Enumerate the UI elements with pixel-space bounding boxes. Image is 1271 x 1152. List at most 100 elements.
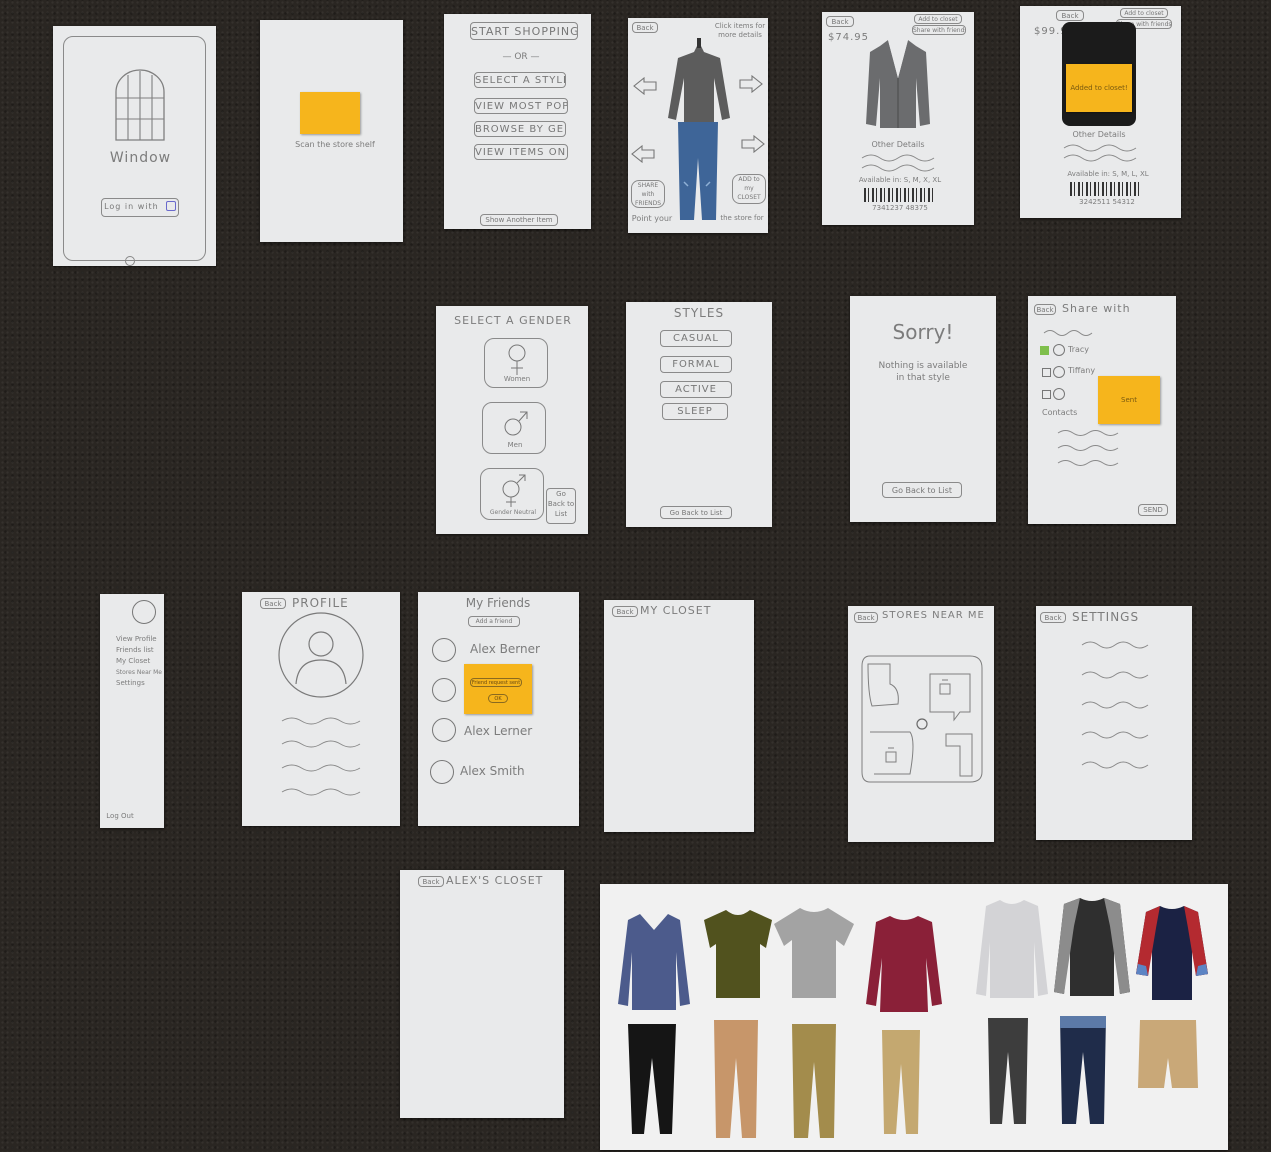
settings-title: SETTINGS — [1072, 610, 1140, 624]
arrow-left-icon[interactable] — [633, 76, 658, 96]
checkbox-checked[interactable] — [1040, 346, 1049, 355]
share-friends-button[interactable]: SHARE with FRIENDS — [631, 180, 665, 208]
barcode — [1070, 182, 1142, 196]
gender-neutral-button[interactable]: Gender Neutral — [480, 468, 544, 520]
price: $74.95 — [828, 32, 869, 43]
login-button[interactable]: Log in with — [101, 198, 179, 217]
men-button[interactable]: Men — [482, 402, 546, 454]
barcode-number: 7341237 48375 — [872, 204, 928, 212]
menu-settings[interactable]: Settings — [116, 678, 162, 689]
add-friend-button[interactable]: Add a friend — [468, 616, 520, 627]
share-title: Share with — [1062, 302, 1131, 315]
scribble-lines — [1057, 430, 1119, 466]
women-button[interactable]: Women — [484, 338, 548, 388]
scribble-lines — [281, 717, 361, 796]
beige-chinos[interactable] — [878, 1028, 924, 1136]
option-items-sale[interactable]: VIEW ITEMS ON SALE — [474, 144, 568, 160]
back-to-list-button[interactable]: Go Back to List — [882, 482, 962, 498]
scan-instructions: Scan the store shelf — [295, 140, 375, 149]
scan-screen-card: Scan the store shelf — [260, 20, 403, 242]
black-leggings[interactable] — [622, 1022, 682, 1136]
person-tracy: Tracy — [1068, 345, 1090, 354]
maroon-top[interactable] — [864, 914, 944, 1014]
friend-alex-lerner[interactable]: Alex Lerner — [464, 724, 544, 738]
back-button[interactable]: Back — [612, 606, 638, 617]
share-friends-button[interactable]: Share with friends — [912, 25, 966, 35]
option-most-popular[interactable]: VIEW MOST POPULAR — [474, 98, 568, 114]
gray-sweater-image[interactable] — [664, 38, 734, 126]
style-formal[interactable]: FORMAL — [660, 356, 732, 373]
checkbox[interactable] — [1042, 368, 1051, 377]
select-gender-card: SELECT A GENDER Women Men Gender Neutral… — [436, 306, 588, 534]
back-to-list-button[interactable]: Go Back to List — [660, 506, 732, 519]
logout-link[interactable]: Log Out — [100, 812, 140, 820]
add-closet-button[interactable]: Add to closet — [914, 14, 962, 24]
back-button[interactable]: Back — [854, 612, 878, 623]
scribble-lines — [861, 154, 935, 172]
blue-vneck-top[interactable] — [616, 912, 692, 1012]
facebook-icon — [165, 201, 176, 211]
arrow-right-icon[interactable] — [738, 74, 763, 94]
arrow-left-icon-2[interactable] — [631, 144, 656, 164]
light-gray-longsleeve[interactable] — [974, 898, 1050, 1000]
friends-title: My Friends — [465, 596, 531, 610]
blue-jeans-image[interactable] — [674, 122, 722, 222]
clothing-cutouts-sheet — [600, 884, 1228, 1150]
window-logo-icon — [115, 69, 165, 141]
add-closet-button[interactable]: Add to closet — [1120, 8, 1168, 18]
store-map[interactable] — [860, 654, 984, 784]
friend-alex-berner[interactable]: Alex Berner — [470, 642, 550, 656]
friend-alex-smith[interactable]: Alex Smith — [460, 764, 540, 778]
start-shopping-title: START SHOPPING — [470, 22, 578, 40]
back-button[interactable]: Back — [1056, 10, 1084, 21]
back-button[interactable]: Back — [632, 22, 658, 33]
arrow-right-icon-2[interactable] — [740, 134, 765, 154]
navy-red-raglan[interactable] — [1134, 904, 1210, 1002]
sent-sticky-note: Sent — [1098, 376, 1160, 424]
ok-button[interactable]: OK — [488, 694, 508, 703]
dark-blue-jeans[interactable] — [1056, 1014, 1110, 1126]
avatar-icon — [432, 718, 456, 742]
option-select-style[interactable]: SELECT A STYLE — [474, 72, 566, 88]
brand-name: Window — [109, 150, 172, 166]
back-to-list-button[interactable]: Go Back to List — [546, 488, 576, 524]
styles-card: STYLES CASUAL FORMAL ACTIVE SLEEP Go Bac… — [626, 302, 772, 527]
style-casual[interactable]: CASUAL — [660, 330, 732, 347]
barcode — [864, 188, 936, 202]
blazer-image[interactable] — [866, 38, 930, 130]
back-button[interactable]: Back — [1040, 612, 1066, 623]
menu-view-profile[interactable]: View Profile — [116, 634, 162, 645]
scribble-lines — [1063, 144, 1137, 162]
back-button[interactable]: Back — [260, 598, 286, 609]
menu-friends-list[interactable]: Friends list — [116, 645, 162, 656]
send-button[interactable]: SEND — [1138, 504, 1168, 516]
tan-chinos[interactable] — [710, 1018, 762, 1140]
footer-left: Point your — [631, 214, 673, 223]
other-details: Other Details — [871, 140, 925, 149]
checkbox[interactable] — [1042, 390, 1051, 399]
footer-right: the store for — [720, 214, 764, 222]
raglan-gray-shirt[interactable] — [1052, 896, 1132, 998]
style-active[interactable]: ACTIVE — [660, 381, 732, 398]
gray-tshirt[interactable] — [772, 906, 856, 1000]
menu-stores-near-me[interactable]: Stores Near Me — [116, 667, 162, 678]
tan-shorts[interactable] — [1136, 1018, 1200, 1090]
add-closet-button[interactable]: ADD to my CLOSET — [732, 174, 766, 204]
gray-jeans[interactable] — [984, 1016, 1032, 1126]
back-button[interactable]: Back — [826, 16, 854, 27]
menu-my-closet[interactable]: My Closet — [116, 656, 162, 667]
scribble-lines — [1081, 641, 1149, 769]
khaki-pants[interactable] — [788, 1022, 840, 1140]
settings-card: Back SETTINGS — [1036, 606, 1192, 840]
show-another-button[interactable]: Show Another Item — [480, 214, 558, 226]
style-sleep[interactable]: SLEEP — [662, 403, 728, 420]
sticky-note — [300, 92, 360, 134]
other-details: Other Details — [1072, 130, 1126, 139]
stores-title: STORES NEAR ME — [882, 610, 985, 621]
back-button[interactable]: Back — [1034, 304, 1056, 315]
back-button[interactable]: Back — [418, 876, 444, 887]
option-browse-gender[interactable]: BROWSE BY GENDER — [474, 121, 566, 137]
side-menu-card: View Profile Friends list My Closet Stor… — [100, 594, 164, 828]
menu-list: View Profile Friends list My Closet Stor… — [116, 634, 162, 689]
olive-tshirt[interactable] — [702, 908, 774, 1000]
